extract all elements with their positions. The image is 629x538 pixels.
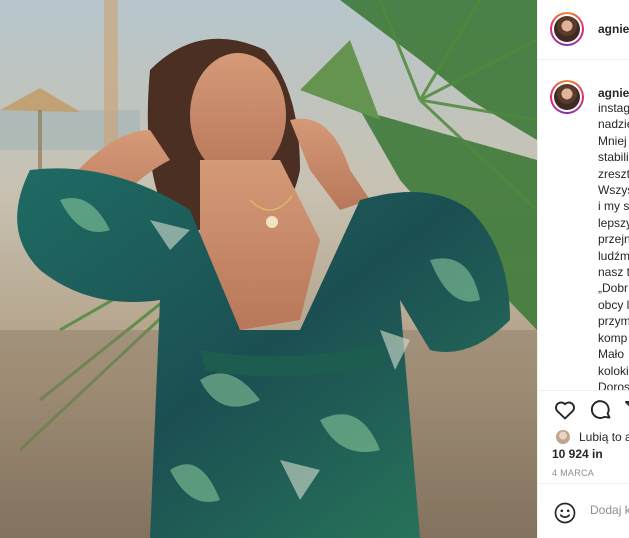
- emoji-icon[interactable]: [552, 500, 578, 526]
- likes-count[interactable]: 10 924 in: [552, 447, 603, 461]
- caption-line: obcy l: [598, 297, 629, 312]
- caption-line: koloki: [598, 363, 629, 378]
- caption-line: ludźm: [598, 248, 629, 263]
- liker-avatar[interactable]: [556, 430, 570, 444]
- add-comment-bar: [538, 483, 629, 538]
- caption-line: Wszys: [598, 183, 629, 198]
- caption-line: instag: [598, 101, 629, 115]
- caption-line: przejn: [598, 232, 629, 247]
- heart-icon[interactable]: [552, 397, 578, 423]
- caption-line: nadzie: [598, 117, 629, 132]
- caption-author-avatar[interactable]: [550, 80, 584, 114]
- caption-line: Doros: [598, 379, 629, 390]
- post-photo[interactable]: [0, 0, 537, 538]
- caption-line: Mało: [598, 347, 625, 362]
- caption-area: agnies instag nadzie Mniej stabili zresz…: [538, 60, 629, 390]
- post-side-panel: agnies agnies instag nadzie Mniej stabil…: [537, 0, 629, 538]
- caption-line: stabili: [598, 150, 629, 165]
- caption-text: instag nadzie Mniej stabili zreszt Wszys…: [598, 100, 629, 390]
- post-header: agnies: [538, 0, 629, 60]
- caption-line: nasz t: [598, 265, 629, 280]
- author-username[interactable]: agnies: [598, 22, 629, 36]
- photo-illustration: [0, 0, 537, 538]
- caption-line: komp: [598, 330, 628, 345]
- share-icon[interactable]: [622, 397, 629, 423]
- caption-username[interactable]: agnies: [598, 86, 629, 100]
- author-avatar[interactable]: [550, 12, 584, 46]
- caption-line: przym: [598, 314, 629, 329]
- caption-line: Mniej: [598, 133, 627, 148]
- comment-input[interactable]: [590, 503, 629, 517]
- caption-line: lepszy: [598, 215, 629, 230]
- comment-icon[interactable]: [588, 397, 614, 423]
- likes-label: Lubią to a: [579, 430, 629, 444]
- post-date[interactable]: 4 MARCA: [552, 468, 594, 478]
- caption-line: zreszt: [598, 166, 629, 181]
- caption-line: i my s: [598, 199, 629, 214]
- caption-line: „Dobr: [598, 281, 629, 296]
- post-actions: Lubią to a 10 924 in 4 MARCA: [538, 390, 629, 538]
